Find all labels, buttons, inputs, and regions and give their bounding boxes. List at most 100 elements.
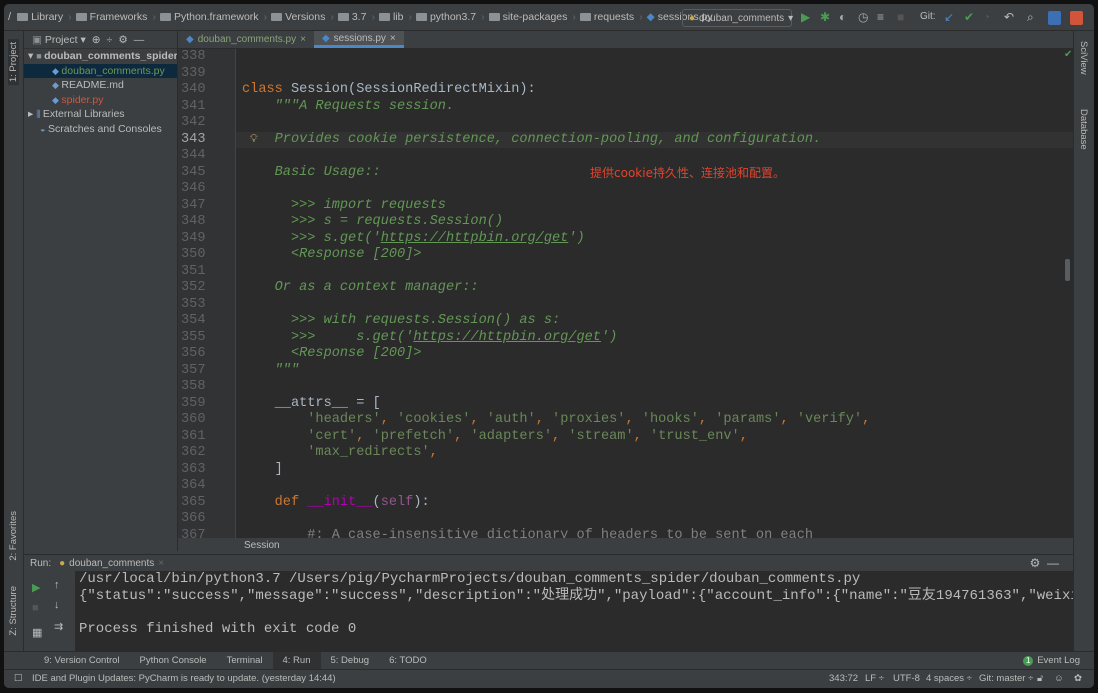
code-token: 'auth' — [486, 412, 536, 427]
scratches-icon: ◒ — [40, 123, 48, 134]
structure-tool-button[interactable]: Z: Structure — [8, 586, 19, 636]
line-number: 347 — [181, 197, 206, 213]
arrow-up-icon[interactable]: ↑ — [54, 579, 60, 591]
code-line: 'max_redirects', — [236, 445, 1073, 462]
tree-item[interactable]: ◆ spider.py — [24, 93, 177, 108]
favorites-tool-button[interactable]: 2: Favorites — [8, 511, 19, 561]
folder-icon: ■ — [36, 51, 45, 61]
close-icon[interactable]: × — [300, 34, 306, 45]
caret-position[interactable]: 343:72 — [829, 670, 858, 688]
tree-item[interactable]: ◒ Scratches and Consoles — [24, 122, 177, 137]
arrow-down-icon[interactable]: ↓ — [54, 599, 60, 611]
soft-wrap-icon[interactable]: ⇉ — [54, 620, 63, 633]
editor-breadcrumb[interactable]: Session — [178, 538, 1073, 554]
layout-icon[interactable]: ▦ — [32, 626, 42, 639]
editor-tab[interactable]: ◆ douban_comments.py × — [178, 31, 314, 48]
event-log-button[interactable]: 1 Event Log — [1023, 655, 1080, 666]
breadcrumb-item[interactable]: Versions › — [271, 11, 334, 23]
stop-icon[interactable]: ■ — [32, 602, 39, 614]
collapsed-arrow-icon[interactable]: ▸ — [28, 108, 36, 120]
gear-icon[interactable]: ⚙ — [118, 34, 127, 46]
folder-icon — [378, 13, 390, 21]
line-number: 355 — [181, 329, 206, 345]
run-icon[interactable]: ▶ — [801, 10, 810, 24]
breadcrumb-item[interactable]: Frameworks › — [75, 11, 156, 23]
tool-tab[interactable]: 9: Version Control — [34, 652, 130, 670]
code-token: 'proxies' — [552, 412, 626, 427]
encoding[interactable]: UTF-8 — [893, 670, 920, 688]
code-token: Or as a context manager:: — [242, 280, 479, 295]
close-icon[interactable]: × — [390, 33, 396, 44]
status-message[interactable]: IDE and Plugin Updates: PyCharm is ready… — [32, 670, 336, 688]
code-token: , — [356, 428, 373, 444]
code-token: 'adapters' — [470, 428, 553, 444]
run-console[interactable]: /usr/local/bin/python3.7 /Users/pig/Pych… — [75, 571, 1073, 651]
project-view-select[interactable]: ▣ Project ▾ — [32, 34, 86, 46]
line-number: 343 — [181, 131, 206, 147]
tool-tab[interactable]: 4: Run — [272, 651, 321, 670]
tree-item[interactable]: ▾ ■ douban_comments_spider — [24, 49, 177, 64]
lightbulb-icon[interactable]: 💡︎ — [250, 132, 258, 149]
hide-icon[interactable]: — — [134, 34, 145, 46]
run-config-select[interactable]: ● douban_comments ▾ — [682, 9, 793, 27]
indent[interactable]: 4 spaces ÷ — [926, 670, 972, 688]
code-token: , — [739, 428, 748, 444]
translate-icon[interactable] — [1048, 11, 1061, 25]
file-icon: ◆ — [52, 94, 62, 105]
expanded-arrow-icon[interactable]: ▾ — [28, 50, 36, 62]
profile-icon[interactable]: ◷ — [858, 10, 868, 24]
file-icon: ◆ — [52, 80, 62, 90]
code-token[interactable]: https://httpbin.org/get — [381, 231, 569, 246]
tool-tab[interactable]: 6: TODO — [379, 652, 437, 670]
breadcrumb-item[interactable]: 3.7 › — [337, 11, 375, 23]
tree-item[interactable]: ◆ douban_comments.py — [24, 63, 177, 78]
coverage-icon[interactable]: ◐ — [839, 10, 846, 24]
breadcrumb-item[interactable]: Python.framework › — [159, 11, 267, 23]
git-branch[interactable]: Git: master ÷ — [979, 670, 1033, 688]
breadcrumb-item[interactable]: requests › — [579, 11, 643, 23]
line-number: 341 — [181, 98, 206, 114]
debug-icon[interactable]: ✱ — [820, 10, 830, 24]
editor-scrollbar[interactable] — [1065, 259, 1070, 281]
revert-icon[interactable]: ↶ — [1004, 10, 1014, 24]
tool-tab[interactable]: Python Console — [130, 652, 217, 670]
breadcrumb-session[interactable]: Session — [244, 540, 280, 551]
toggle-panels-icon[interactable]: ☐ — [14, 670, 23, 688]
code-editor[interactable]: class Session(SessionRedirectMixin): """… — [236, 49, 1073, 546]
right-tool-strip: SciView Database — [1073, 31, 1094, 651]
sciview-tool-button[interactable]: SciView — [1078, 41, 1089, 75]
database-tool-button[interactable]: Database — [1078, 109, 1089, 150]
locate-icon[interactable]: ⊕ — [92, 34, 101, 46]
git-commit-icon[interactable]: ✔ — [964, 10, 974, 24]
tree-item[interactable]: ▸ ⫼ External Libraries — [24, 107, 177, 122]
code-token: , — [535, 412, 553, 427]
breadcrumb-item[interactable]: Library › — [17, 11, 72, 23]
memory-icon[interactable]: ✿ — [1074, 670, 1082, 688]
code-token[interactable]: https://httpbin.org/get — [413, 330, 601, 345]
plugin-icon[interactable] — [1070, 11, 1083, 25]
collapse-icon[interactable]: ÷ — [107, 34, 113, 46]
history-icon[interactable]: ◔ — [983, 10, 990, 24]
tool-tab[interactable]: Terminal — [217, 652, 273, 670]
git-update-icon[interactable]: ↙ — [944, 10, 954, 24]
lock-icon[interactable]: 🔓︎ — [1037, 670, 1043, 688]
concurrency-icon[interactable]: ≡ — [877, 10, 884, 24]
line-separator[interactable]: LF ÷ — [865, 670, 884, 688]
breadcrumb-item[interactable]: lib › — [378, 11, 412, 23]
tool-tab[interactable]: 5: Debug — [321, 652, 380, 670]
breadcrumb-item[interactable]: site-packages › — [488, 11, 576, 23]
rerun-icon[interactable]: ▶ — [32, 581, 40, 594]
run-tab[interactable]: ● douban_comments × — [59, 558, 164, 569]
search-icon[interactable]: ⌕ — [1027, 10, 1034, 25]
gear-icon[interactable]: ⚙ — — [1030, 556, 1059, 570]
tree-item[interactable]: ◆ README.md — [24, 78, 177, 93]
inspector-icon[interactable]: ☺ — [1054, 670, 1064, 688]
project-tool-button[interactable]: 1: Project — [8, 39, 19, 86]
line-number: 350 — [181, 247, 206, 262]
line-number: 360 — [181, 412, 206, 427]
breadcrumb-item[interactable]: python3.7 › — [415, 11, 485, 23]
stop-icon[interactable]: ■ — [897, 10, 904, 24]
close-icon[interactable]: × — [158, 558, 164, 569]
editor-tab[interactable]: ◆ sessions.py × — [313, 31, 404, 48]
